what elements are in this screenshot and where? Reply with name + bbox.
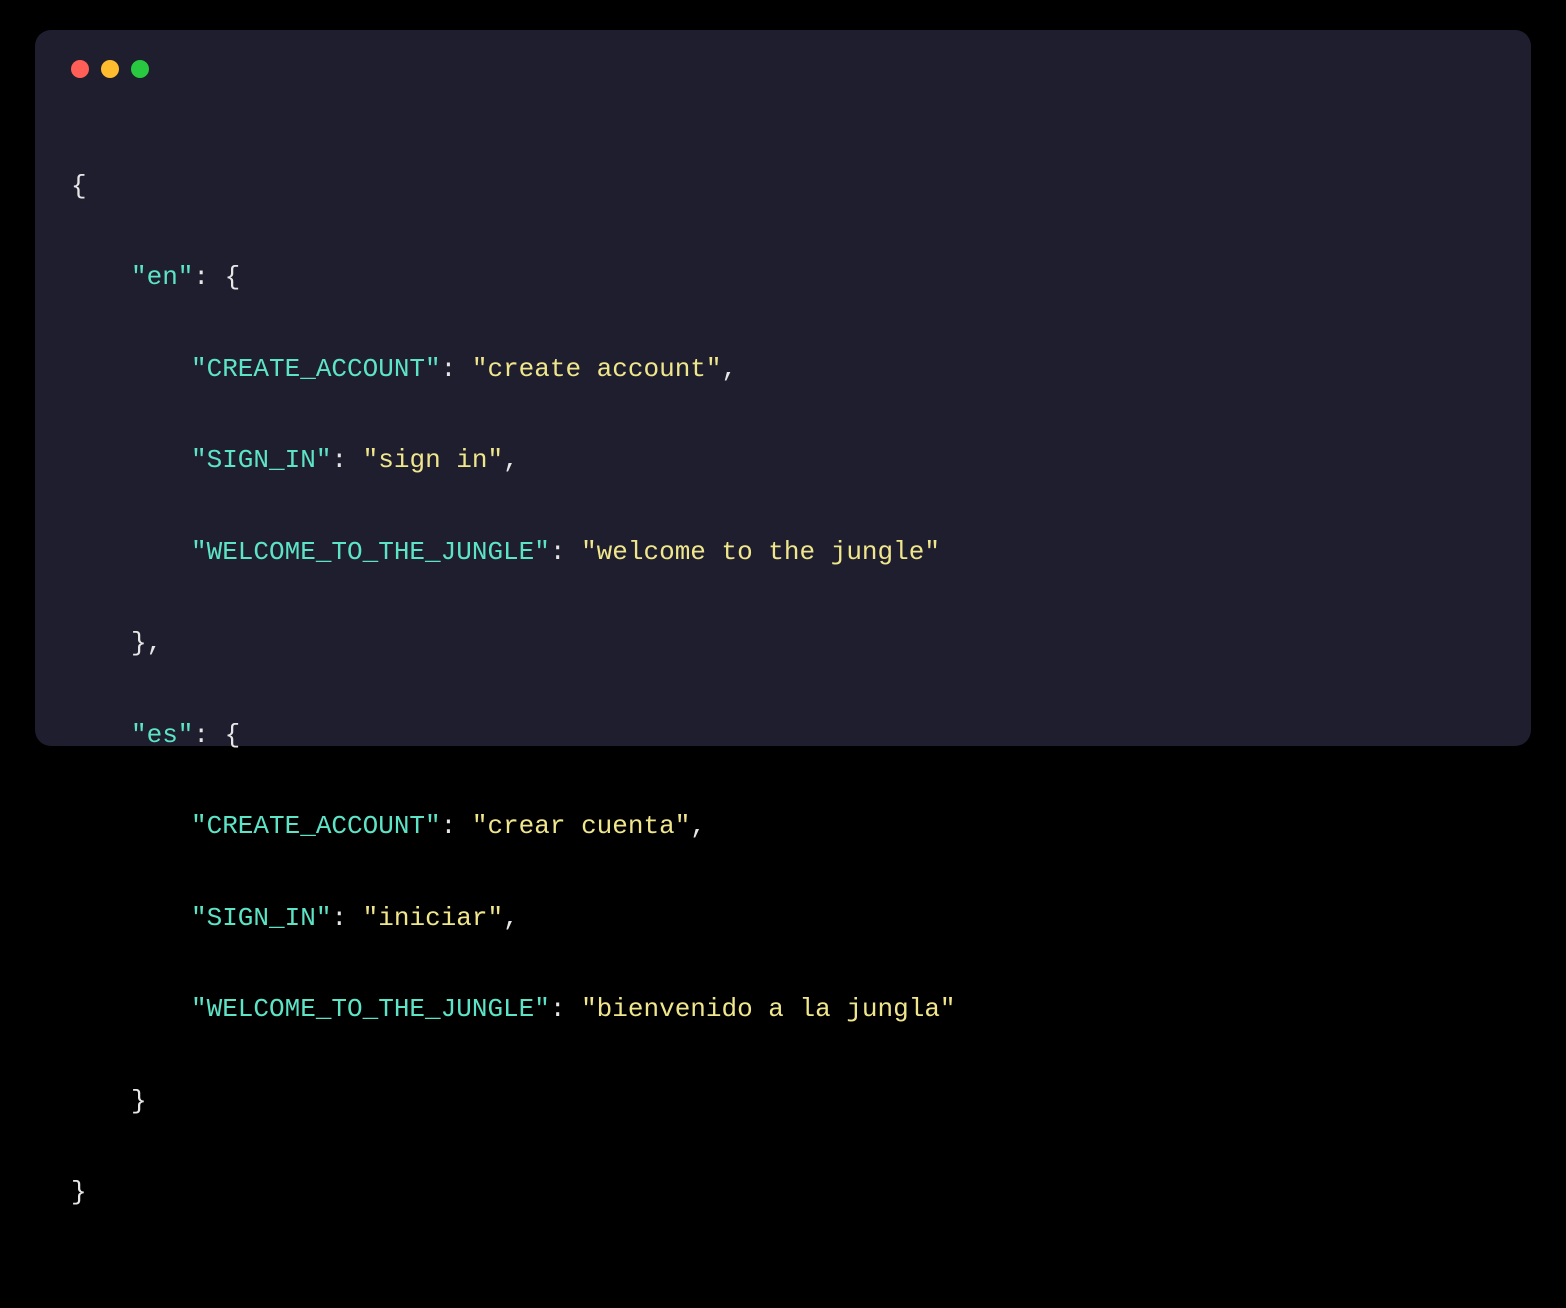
punct: :: [331, 903, 362, 933]
code-line: },: [71, 621, 1495, 667]
brace-close: }: [71, 1177, 87, 1207]
json-key-sign-in: "SIGN_IN": [191, 445, 331, 475]
json-value: "iniciar": [363, 903, 503, 933]
code-line: "CREATE_ACCOUNT": "crear cuenta",: [71, 804, 1495, 850]
punct: :: [331, 445, 362, 475]
json-key-es: "es": [131, 720, 193, 750]
punct: ,: [503, 445, 519, 475]
punct: :: [550, 537, 581, 567]
code-line: "en": {: [71, 255, 1495, 301]
code-line: }: [71, 1079, 1495, 1125]
brace-close: },: [131, 628, 162, 658]
json-key-create-account: "CREATE_ACCOUNT": [191, 811, 441, 841]
json-key-welcome: "WELCOME_TO_THE_JUNGLE": [191, 994, 550, 1024]
json-key-welcome: "WELCOME_TO_THE_JUNGLE": [191, 537, 550, 567]
code-line: "WELCOME_TO_THE_JUNGLE": "welcome to the…: [71, 530, 1495, 576]
code-window: { "en": { "CREATE_ACCOUNT": "create acco…: [35, 30, 1531, 746]
code-line: "WELCOME_TO_THE_JUNGLE": "bienvenido a l…: [71, 987, 1495, 1033]
code-line: "CREATE_ACCOUNT": "create account",: [71, 347, 1495, 393]
punct: ,: [690, 811, 706, 841]
punct: :: [550, 994, 581, 1024]
json-value: "sign in": [363, 445, 503, 475]
punct: :: [441, 354, 472, 384]
json-key-en: "en": [131, 262, 193, 292]
brace-open: {: [71, 171, 87, 201]
code-block: { "en": { "CREATE_ACCOUNT": "create acco…: [71, 118, 1495, 1308]
minimize-icon[interactable]: [101, 60, 119, 78]
json-key-create-account: "CREATE_ACCOUNT": [191, 354, 441, 384]
json-value: "create account": [472, 354, 722, 384]
brace-close: }: [131, 1086, 147, 1116]
code-line: "SIGN_IN": "sign in",: [71, 438, 1495, 484]
window-traffic-lights: [71, 60, 1495, 78]
close-icon[interactable]: [71, 60, 89, 78]
json-value: "crear cuenta": [472, 811, 690, 841]
punct: ,: [503, 903, 519, 933]
code-line: }: [71, 1170, 1495, 1216]
json-value: "bienvenido a la jungla": [581, 994, 955, 1024]
maximize-icon[interactable]: [131, 60, 149, 78]
code-line: {: [71, 164, 1495, 210]
punct: : {: [193, 720, 240, 750]
json-value: "welcome to the jungle": [581, 537, 940, 567]
punct: :: [441, 811, 472, 841]
punct: ,: [722, 354, 738, 384]
code-line: "SIGN_IN": "iniciar",: [71, 896, 1495, 942]
code-line: "es": {: [71, 713, 1495, 759]
punct: : {: [193, 262, 240, 292]
json-key-sign-in: "SIGN_IN": [191, 903, 331, 933]
